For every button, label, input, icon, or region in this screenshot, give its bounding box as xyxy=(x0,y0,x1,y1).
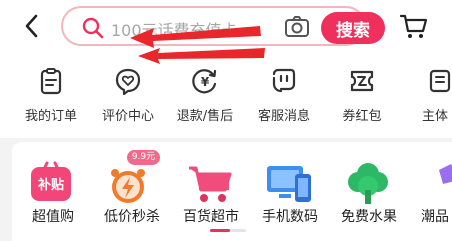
category-trendy[interactable]: 潮品 xyxy=(407,142,452,241)
shopping-cart-icon xyxy=(189,166,232,202)
quick-action-review-center[interactable]: 评价中心 xyxy=(90,64,166,128)
quick-action-coupons[interactable]: 券红包 xyxy=(324,64,400,128)
category-label: 百货超市 xyxy=(183,209,239,225)
quick-action-customer-service[interactable]: 客服消息 xyxy=(246,64,322,128)
quick-action-my-orders[interactable]: 我的订单 xyxy=(13,64,89,128)
top-header: 100元话费充值卡 搜索 我的订单 评价中心 ¥ 退款/售后 客服消息 券红包 … xyxy=(0,0,452,138)
cart-icon xyxy=(399,14,428,38)
quick-action-label: 评价中心 xyxy=(101,109,154,124)
yen-refund-icon: ¥ xyxy=(192,69,217,94)
annotation-arrows xyxy=(130,26,265,64)
quick-action-label: 券红包 xyxy=(342,109,382,124)
customer-service-icon xyxy=(272,68,296,93)
chevron-left-icon xyxy=(25,14,38,38)
svg-text:补贴: 补贴 xyxy=(37,177,64,193)
quick-action-label: 我的订单 xyxy=(24,109,77,124)
quick-action-refund[interactable]: ¥ 退款/售后 xyxy=(167,64,243,128)
category-value-deals[interactable]: 补贴 超值购 xyxy=(12,142,94,241)
quick-action-label: 主体 xyxy=(422,109,449,124)
tree-icon xyxy=(348,163,388,204)
cart-button[interactable] xyxy=(398,12,430,40)
category-label: 超值购 xyxy=(32,209,74,225)
scroll-indicator-track xyxy=(230,229,246,232)
camera-button[interactable] xyxy=(283,14,311,40)
category-flash-sale[interactable]: 9.9元 低价秒杀 xyxy=(91,142,173,241)
category-card: 补贴 超值购 9.9元 低价秒杀 百货超市 手机数码 免费水果 潮品 xyxy=(12,142,452,241)
camera-icon xyxy=(285,16,309,37)
category-label: 潮品 xyxy=(421,209,449,225)
category-supermarket[interactable]: 百货超市 xyxy=(170,142,252,241)
coupon-icon xyxy=(350,70,374,92)
clipboard-icon xyxy=(40,68,62,95)
quick-action-partial[interactable]: 主体 xyxy=(402,64,452,128)
quick-action-label: 退款/售后 xyxy=(176,109,234,124)
category-label: 低价秒杀 xyxy=(104,209,160,225)
partial-icon xyxy=(429,69,451,93)
category-label: 免费水果 xyxy=(341,209,397,225)
scroll-indicator-active xyxy=(210,229,230,232)
price-badge: 9.9元 xyxy=(127,150,160,165)
search-button[interactable]: 搜索 xyxy=(321,12,385,44)
search-icon xyxy=(82,17,104,39)
subsidy-tag-icon: 补贴 xyxy=(31,161,71,201)
quick-action-label: 客服消息 xyxy=(257,109,310,124)
flash-sale-clock-icon xyxy=(111,169,145,203)
heart-chat-icon xyxy=(115,68,141,96)
monitor-phone-icon xyxy=(267,166,311,202)
category-digital[interactable]: 手机数码 xyxy=(249,142,331,241)
partial-category-icon xyxy=(439,164,452,184)
svg-text:¥: ¥ xyxy=(201,75,210,89)
category-label: 手机数码 xyxy=(262,209,318,225)
category-free-fruit[interactable]: 免费水果 xyxy=(328,142,410,241)
back-button[interactable] xyxy=(18,12,46,40)
